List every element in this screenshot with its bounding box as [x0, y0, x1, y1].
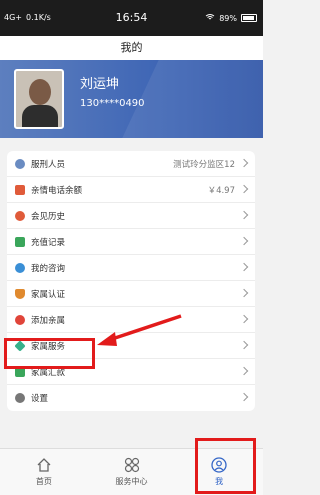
tab-label: 服务中心 — [115, 477, 148, 486]
tab-label: 首页 — [35, 477, 52, 486]
menu-item-settings[interactable]: 设置 — [7, 385, 255, 411]
menu-item-label: 我的咨询 — [31, 263, 66, 274]
menu-list: 服刑人员 测试玲分监区12 亲情电话余额 ￥4.97 会见历史 充值记录 我的咨… — [7, 151, 255, 411]
clock-icon — [15, 210, 25, 221]
chat-icon — [15, 262, 25, 273]
wallet-icon — [15, 184, 25, 195]
diamond-icon — [14, 339, 26, 352]
person-icon — [15, 158, 25, 169]
menu-item-phone-balance[interactable]: 亲情电话余额 ￥4.97 — [7, 177, 255, 203]
menu-item-label: 充值记录 — [31, 237, 66, 248]
money-icon — [15, 366, 25, 377]
battery-icon — [241, 14, 257, 22]
menu-item-label: 家属认证 — [31, 289, 66, 300]
menu-item-visit-history[interactable]: 会见历史 — [7, 203, 255, 229]
menu-item-inmate[interactable]: 服刑人员 测试玲分监区12 — [7, 151, 255, 177]
tab-home[interactable]: 首页 — [0, 449, 88, 495]
page-title: 我的 — [0, 36, 263, 60]
menu-item-label: 家属服务 — [31, 341, 66, 352]
tab-service-center[interactable]: 服务中心 — [88, 449, 176, 495]
tab-me[interactable]: 我 — [175, 449, 263, 495]
status-bar: 4G+ 0.1K/s 16:54 89% — [0, 0, 263, 36]
gear-icon — [15, 393, 25, 403]
menu-item-add-relative[interactable]: 添加亲属 — [7, 307, 255, 333]
avatar-body — [22, 105, 58, 127]
menu-item-recharge-records[interactable]: 充值记录 — [7, 229, 255, 255]
document-icon — [15, 236, 25, 247]
menu-item-value: 测试玲分监区12 — [173, 159, 235, 170]
menu-item-label: 亲情电话余额 — [31, 185, 83, 196]
chevron-right-icon — [239, 184, 249, 194]
menu-item-family-service[interactable]: 家属服务 — [7, 333, 255, 359]
avatar-face — [29, 79, 51, 105]
add-person-icon — [15, 314, 25, 325]
tab-label: 我 — [215, 477, 224, 486]
menu-item-label: 设置 — [31, 394, 49, 404]
battery-percent: 89% — [219, 13, 237, 23]
grid-icon — [124, 457, 139, 473]
status-right: 89% — [205, 13, 257, 23]
user-name: 刘运坤 — [80, 77, 120, 92]
shield-icon — [15, 288, 25, 299]
user-phone: 130****0490 — [80, 98, 145, 109]
menu-item-my-consult[interactable]: 我的咨询 — [7, 255, 255, 281]
menu-item-label: 家属汇款 — [31, 367, 66, 378]
profile-header[interactable]: 刘运坤 130****0490 — [0, 60, 263, 138]
person-icon — [211, 457, 227, 473]
wifi-icon — [205, 13, 215, 23]
menu-item-label: 服刑人员 — [31, 159, 66, 170]
menu-item-family-remittance[interactable]: 家属汇款 — [7, 359, 255, 385]
avatar[interactable] — [14, 69, 64, 129]
home-icon — [37, 458, 51, 472]
tab-bar: 首页 服务中心 我 — [0, 448, 263, 495]
menu-item-value: ￥4.97 — [207, 185, 235, 196]
menu-item-label: 添加亲属 — [31, 315, 66, 326]
menu-item-family-verify[interactable]: 家属认证 — [7, 281, 255, 307]
menu-item-label: 会见历史 — [31, 211, 66, 222]
chevron-right-icon — [239, 158, 249, 168]
